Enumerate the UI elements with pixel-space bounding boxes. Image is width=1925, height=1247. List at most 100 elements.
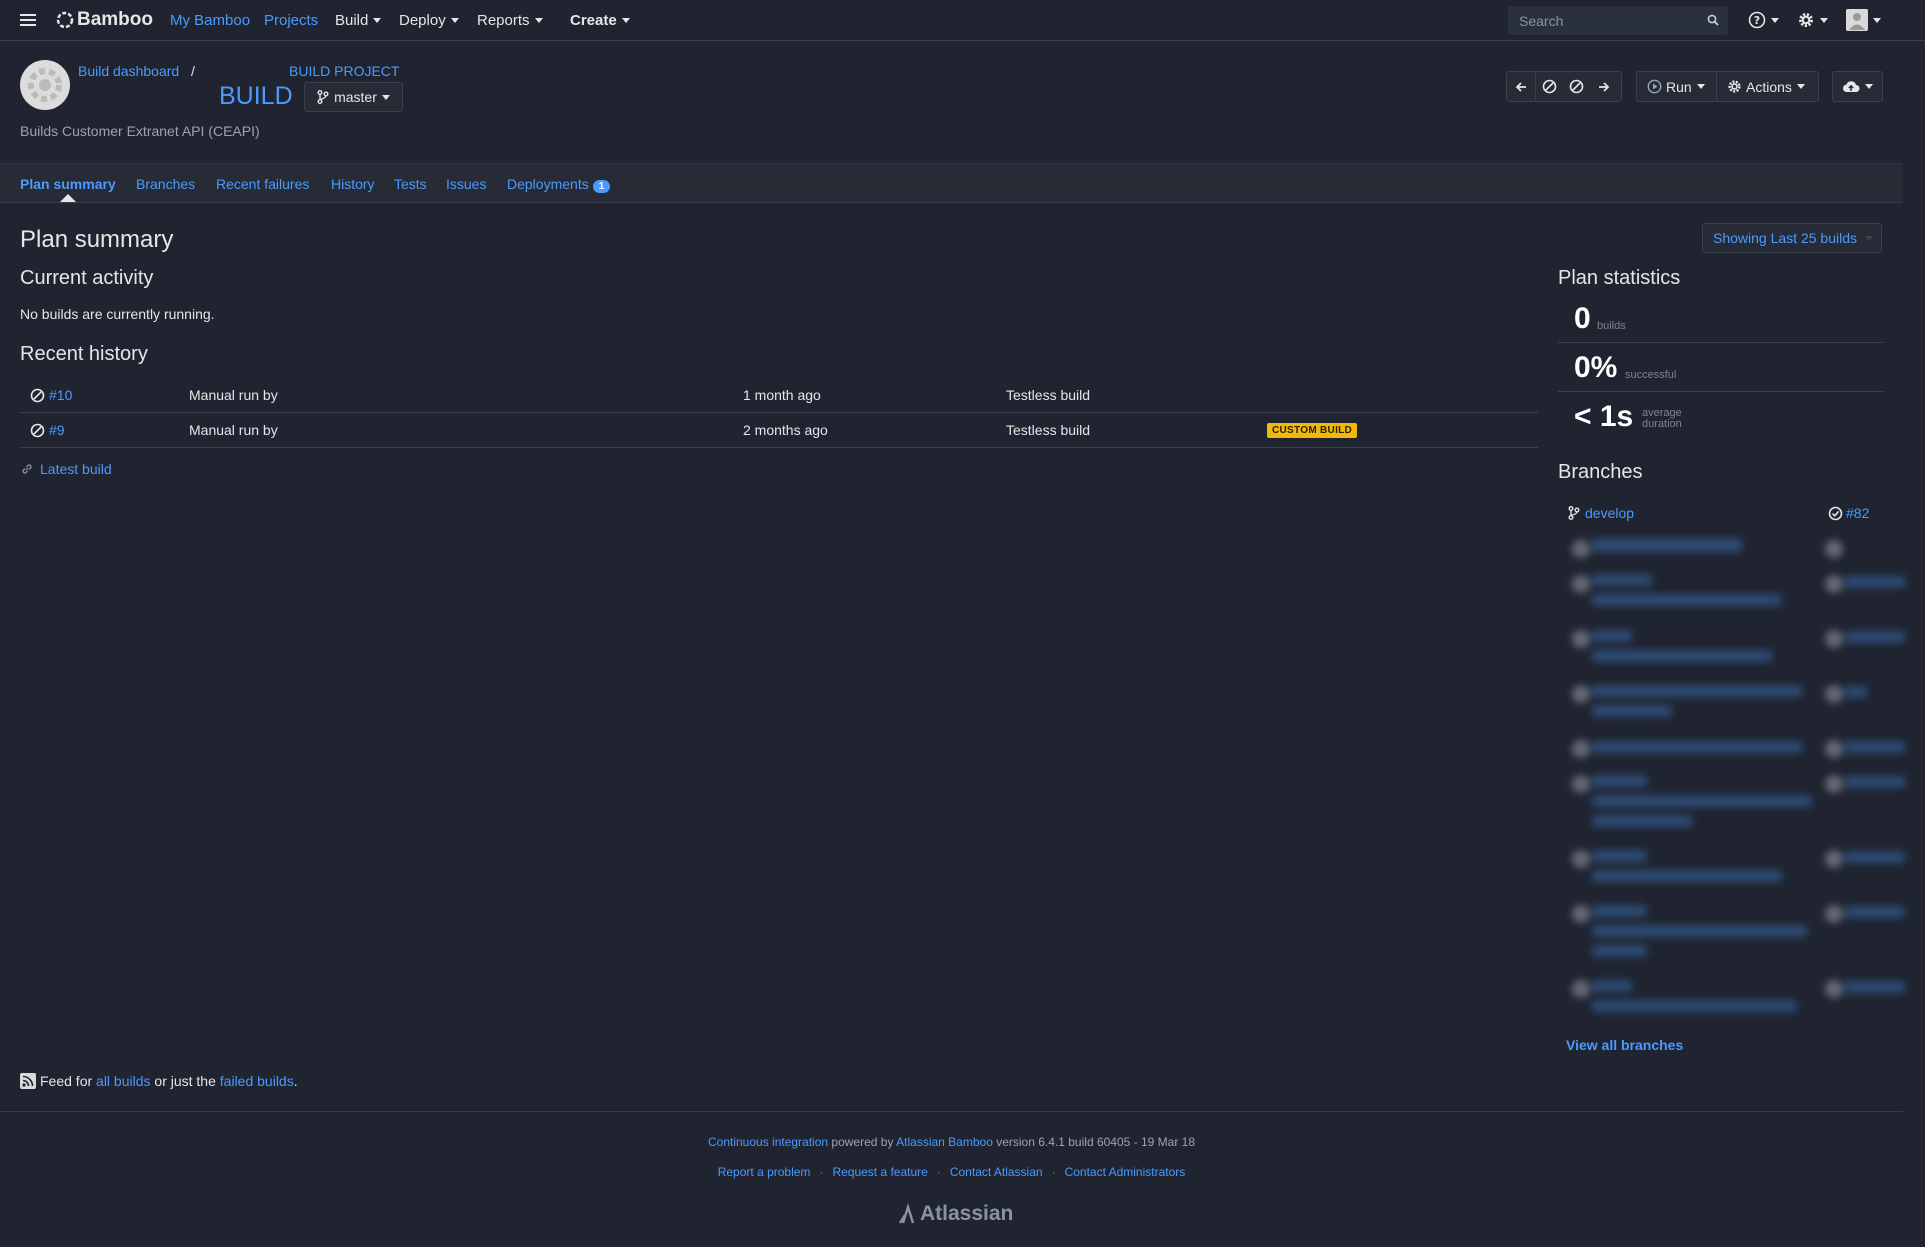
menu-icon[interactable] — [20, 13, 36, 27]
breadcrumb-project[interactable]: BUILD PROJECT — [289, 63, 399, 79]
plan-statistics-heading: Plan statistics — [1558, 267, 1681, 289]
settings-menu[interactable] — [1797, 11, 1828, 29]
deploy-cloud-button[interactable] — [1832, 71, 1883, 102]
contact-administrators-link[interactable]: Contact Administrators — [1065, 1165, 1186, 1179]
stat-success: 0% successful — [1558, 343, 1883, 392]
nav-create-menu[interactable]: Create — [570, 12, 630, 29]
latest-build-link[interactable]: Latest build — [20, 461, 112, 477]
branch-item-develop[interactable]: develop — [1568, 505, 1634, 521]
showing-builds-label: Showing Last 25 builds — [1713, 230, 1857, 246]
failed-builds-feed-link[interactable]: failed builds — [220, 1073, 294, 1089]
stat-builds-label: builds — [1597, 320, 1626, 332]
branch-build-link[interactable]: #82 — [1828, 505, 1869, 521]
help-menu[interactable]: ? — [1748, 11, 1779, 29]
disabled-icon — [1542, 79, 1557, 94]
custom-build-badge: CUSTOM BUILD — [1267, 423, 1358, 438]
project-avatar — [20, 60, 70, 110]
nav-reports-menu[interactable]: Reports — [477, 12, 543, 29]
blurred-branch-item — [1845, 776, 1905, 788]
tab-tests[interactable]: Tests — [394, 176, 427, 192]
nav-projects[interactable]: Projects — [264, 12, 318, 29]
build-link[interactable]: #9 — [30, 422, 65, 438]
build-time: 1 month ago — [743, 387, 821, 403]
feed-middle: or just the — [154, 1073, 216, 1089]
blurred-status-icon — [1825, 630, 1843, 648]
branch-selector[interactable]: master — [304, 82, 403, 112]
stop-build-button[interactable] — [1563, 72, 1590, 101]
tab-issues[interactable]: Issues — [446, 176, 486, 192]
chevron-down-icon — [1820, 17, 1828, 23]
footer-powered-by: Continuous integration powered by Atlass… — [0, 1135, 1903, 1149]
arrow-left-icon — [1515, 81, 1526, 92]
nav-deploy-menu[interactable]: Deploy — [399, 12, 459, 29]
actions-button[interactable]: Actions — [1717, 72, 1818, 101]
chevron-down-icon — [621, 18, 630, 23]
feed-prefix: Feed for — [40, 1073, 93, 1089]
stat-duration-value: < 1s — [1574, 400, 1634, 433]
chevron-down-icon — [450, 18, 459, 23]
bamboo-logo[interactable]: Bamboo — [56, 9, 153, 31]
blurred-branch-item — [1845, 851, 1905, 863]
blurred-branch-item — [1592, 870, 1782, 882]
atlassian-logo-icon — [898, 1203, 915, 1224]
blurred-status-icon — [1572, 575, 1590, 593]
stat-success-label: successful — [1625, 369, 1677, 381]
run-button[interactable]: Run — [1637, 72, 1717, 101]
nav-deploy-label: Deploy — [399, 12, 446, 29]
blurred-status-icon — [1572, 850, 1590, 868]
disable-plan-button[interactable] — [1536, 72, 1563, 101]
blurred-branch-item — [1845, 981, 1905, 993]
blurred-status-icon — [1825, 775, 1843, 793]
request-feature-link[interactable]: Request a feature — [832, 1165, 927, 1179]
actions-label: Actions — [1746, 78, 1792, 95]
atlassian-bamboo-link[interactable]: Atlassian Bamboo — [896, 1135, 993, 1149]
latest-build-label: Latest build — [40, 461, 112, 477]
previous-build-button[interactable] — [1507, 72, 1536, 101]
chevron-down-icon — [1865, 235, 1873, 241]
next-build-button[interactable] — [1590, 72, 1618, 101]
table-row: #10 Manual run by 1 month ago Testless b… — [20, 378, 1538, 413]
footer-version: version 6.4.1 build 60405 - 19 Mar 18 — [996, 1135, 1196, 1149]
nav-my-bamboo[interactable]: My Bamboo — [170, 12, 250, 29]
blurred-branch-item — [1592, 905, 1647, 917]
stat-duration: < 1s average duration — [1558, 392, 1883, 441]
all-builds-feed-link[interactable]: all builds — [96, 1073, 150, 1089]
table-row: #9 Manual run by 2 months ago Testless b… — [20, 413, 1538, 448]
plan-title[interactable]: BUILD — [219, 82, 293, 111]
tab-plan-summary[interactable]: Plan summary — [20, 176, 116, 192]
tab-branches[interactable]: Branches — [136, 176, 195, 192]
blurred-status-icon — [1572, 775, 1590, 793]
blurred-branch-item — [1592, 795, 1812, 807]
cloud-upload-icon — [1843, 80, 1860, 92]
tab-deployments[interactable]: Deployments 1 — [507, 176, 611, 193]
breadcrumb-build-dashboard[interactable]: Build dashboard — [78, 63, 179, 79]
showing-builds-dropdown[interactable]: Showing Last 25 builds — [1702, 223, 1882, 253]
build-link[interactable]: #10 — [30, 387, 72, 403]
search-icon[interactable] — [1707, 14, 1719, 26]
nav-build-menu[interactable]: Build — [335, 12, 382, 29]
nav-reports-label: Reports — [477, 12, 530, 29]
tab-history[interactable]: History — [331, 176, 375, 192]
stat-success-value: 0% — [1574, 351, 1618, 384]
arrow-right-icon — [1599, 81, 1610, 92]
page-title: Plan summary — [20, 226, 174, 253]
build-trigger: Manual run by — [189, 422, 278, 438]
user-menu[interactable] — [1846, 9, 1881, 31]
recent-history-heading: Recent history — [20, 343, 148, 365]
report-problem-link[interactable]: Report a problem — [718, 1165, 811, 1179]
blurred-branch-item — [1592, 925, 1807, 937]
chevron-down-icon — [1865, 84, 1873, 89]
top-navigation: Bamboo My Bamboo Projects Build Deploy R… — [0, 0, 1925, 41]
view-all-branches-link[interactable]: View all branches — [1566, 1037, 1683, 1053]
footer-separator: · — [936, 1165, 941, 1179]
blurred-branch-item — [1592, 741, 1802, 753]
blurred-branch-item — [1592, 705, 1672, 717]
continuous-integration-link[interactable]: Continuous integration — [708, 1135, 828, 1149]
search-input[interactable] — [1508, 6, 1728, 35]
atlassian-logo[interactable]: Atlassian — [897, 1202, 1013, 1226]
nav-build-label: Build — [335, 12, 369, 29]
tab-recent-failures[interactable]: Recent failures — [216, 176, 309, 192]
stat-builds: 0 builds — [1558, 294, 1883, 343]
branch-build-number: #82 — [1846, 505, 1870, 521]
contact-atlassian-link[interactable]: Contact Atlassian — [950, 1165, 1043, 1179]
